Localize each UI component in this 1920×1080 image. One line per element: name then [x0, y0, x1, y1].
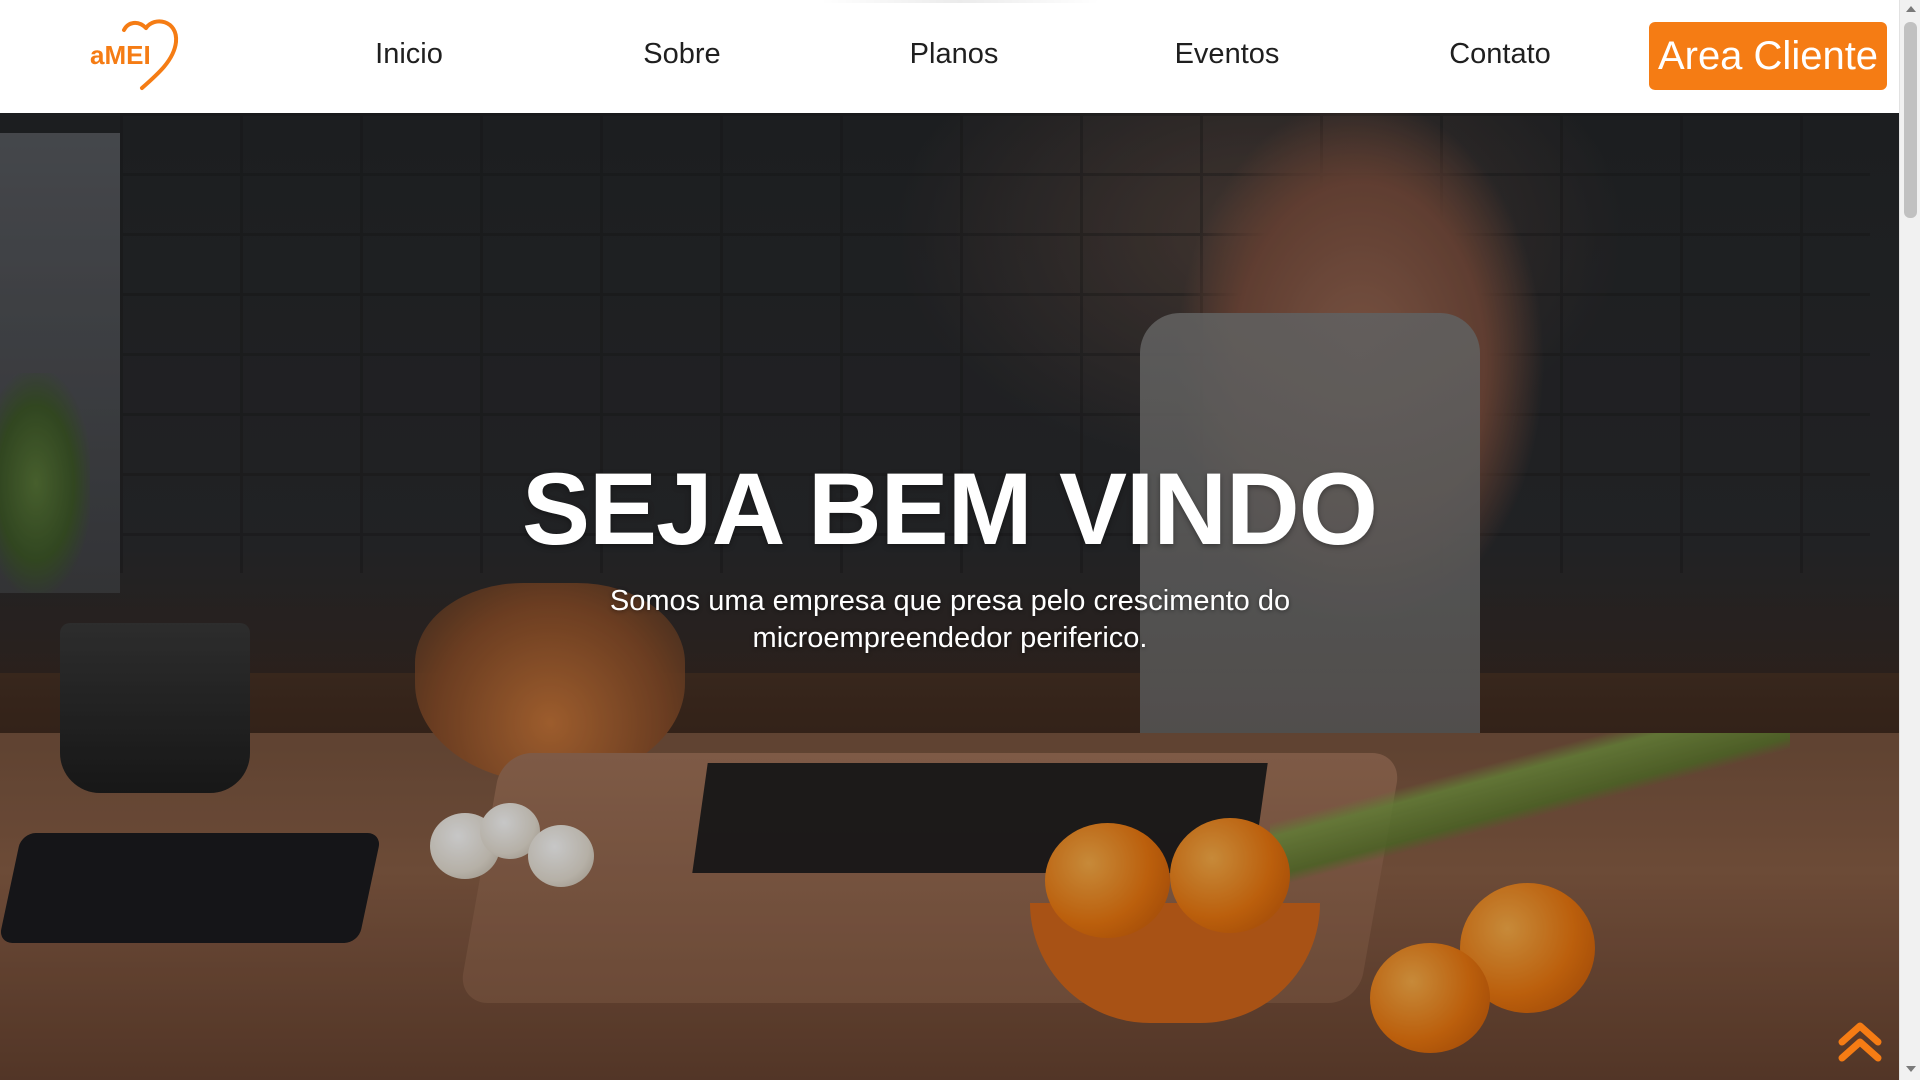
- area-cliente-button[interactable]: Area Cliente: [1649, 22, 1887, 90]
- page: aMEI Inicio Sobre Planos Eventos Contato…: [0, 0, 1899, 1080]
- nav-contato[interactable]: Contato: [1410, 38, 1590, 71]
- hero-subtitle: Somos uma empresa que presa pelo crescim…: [560, 583, 1340, 657]
- nav-eventos[interactable]: Eventos: [1137, 38, 1317, 71]
- back-to-top-button[interactable]: [1838, 1020, 1882, 1064]
- hero-subtitle-line-2: microempreendedor periferico.: [752, 622, 1148, 654]
- hero-title: SEJA BEM VINDO: [521, 452, 1378, 566]
- logo-text: aMEI: [90, 40, 151, 70]
- scroll-thumb[interactable]: [1904, 22, 1917, 218]
- logo-heart-icon: aMEI: [90, 19, 179, 90]
- page-scrollbar[interactable]: [1899, 0, 1920, 1080]
- header-divider: [820, 0, 1100, 3]
- site-header: aMEI Inicio Sobre Planos Eventos Contato…: [0, 0, 1899, 113]
- brand-logo[interactable]: aMEI: [88, 18, 184, 94]
- hero-banner: SEJA BEM VINDO Somos uma empresa que pre…: [0, 113, 1899, 1080]
- double-chevron-up-icon: [1838, 1022, 1882, 1062]
- hero-subtitle-line-1: Somos uma empresa que presa pelo crescim…: [609, 585, 1291, 617]
- nav-sobre[interactable]: Sobre: [592, 38, 772, 71]
- scroll-up-arrow-icon[interactable]: [1906, 6, 1916, 12]
- nav-planos[interactable]: Planos: [864, 38, 1044, 71]
- nav-inicio[interactable]: Inicio: [319, 38, 499, 71]
- scroll-down-arrow-icon[interactable]: [1906, 1066, 1916, 1072]
